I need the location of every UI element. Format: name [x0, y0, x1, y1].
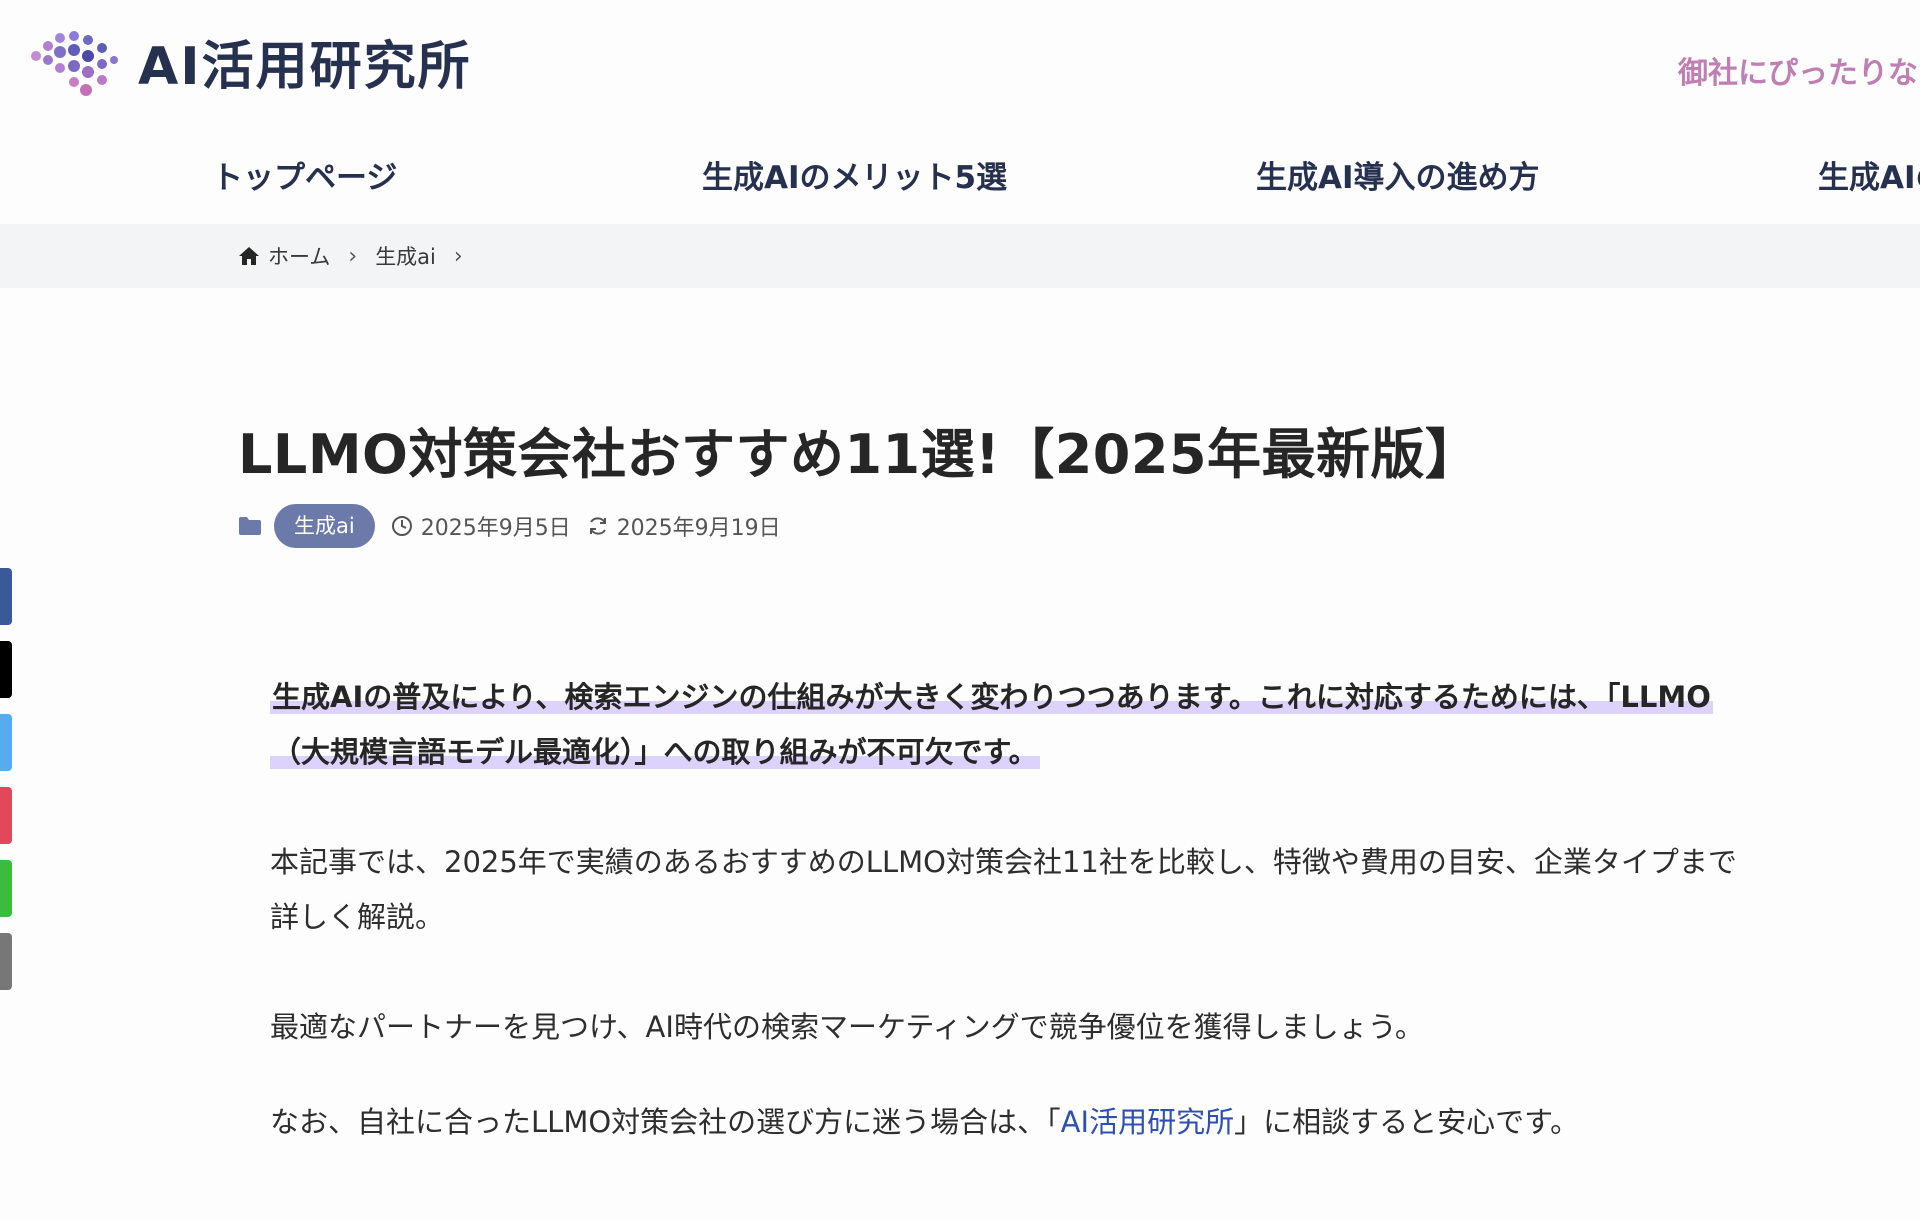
pocket-share-button[interactable]	[0, 787, 12, 844]
intro-paragraph: 本記事では、2025年で実績のあるおすすめのLLMO対策会社11社を比較し、特徴…	[270, 835, 1830, 945]
consult-text-before: なお、自社に合ったLLMO対策会社の選び方に迷う場合は、「	[270, 1105, 1061, 1139]
post-meta: 生成ai 2025年9月5日 2025年9月19日	[238, 504, 781, 548]
nav-item-top-page[interactable]: トップページ	[212, 148, 397, 208]
copy-link-button[interactable]	[0, 933, 12, 990]
refresh-icon	[589, 517, 606, 535]
consult-paragraph: なお、自社に合ったLLMO対策会社の選び方に迷う場合は、「AI活用研究所」に相談…	[270, 1095, 1830, 1150]
logo-dots-icon	[31, 31, 118, 96]
breadcrumb-bar: ホーム › 生成ai ›	[0, 224, 1920, 288]
consult-text-after: 」に相談すると安心です。	[1234, 1105, 1580, 1139]
intro-line2: 詳しく解説。	[270, 900, 445, 934]
article-body: 生成AIの普及により、検索エンジンの仕組みが大きく変わりつつあります。これに対応…	[270, 670, 1830, 1150]
site-header: AI活用研究所 御社にぴったりな	[0, 0, 1920, 130]
published-date: 2025年9月5日	[391, 510, 571, 542]
breadcrumb-category[interactable]: 生成ai	[375, 241, 436, 271]
folder-icon	[239, 517, 261, 535]
breadcrumb-home-label: ホーム	[268, 245, 331, 269]
site-logo[interactable]: AI活用研究所	[28, 30, 472, 105]
twitter-share-button[interactable]	[0, 714, 12, 771]
share-rail	[0, 568, 12, 1006]
updated-date-text: 2025年9月19日	[616, 516, 781, 541]
facebook-share-button[interactable]	[0, 568, 12, 625]
breadcrumb: ホーム › 生成ai ›	[238, 224, 481, 288]
header-cta-text[interactable]: 御社にぴったりな	[1678, 48, 1918, 92]
home-icon	[239, 247, 259, 265]
updated-date: 2025年9月19日	[587, 510, 781, 542]
intro-line1: 本記事では、2025年で実績のあるおすすめのLLMO対策会社11社を比較し、特徴…	[270, 845, 1737, 879]
global-nav: トップページ 生成AIのメリット5選 生成AI導入の進め方 生成AIの	[0, 148, 1920, 208]
line-share-button[interactable]	[0, 860, 12, 917]
chevron-right-icon: ›	[348, 243, 358, 269]
lead-highlight-line1: 生成AIの普及により、検索エンジンの仕組みが大きく変わりつつあります。これに対応…	[270, 680, 1713, 714]
x-share-button[interactable]	[0, 641, 12, 698]
breadcrumb-home[interactable]: ホーム	[238, 241, 330, 271]
lead-highlight-line2: （大規模言語モデル最適化）」への取り組みが不可欠です。	[270, 735, 1040, 769]
post-title: LLMO対策会社おすすめ11選!【2025年最新版】	[238, 423, 1480, 486]
category-badge[interactable]: 生成ai	[274, 504, 375, 548]
clock-icon	[391, 516, 412, 536]
lead-paragraph: 生成AIの普及により、検索エンジンの仕組みが大きく変わりつつあります。これに対応…	[270, 670, 1830, 780]
site-name: AI活用研究所	[138, 37, 472, 97]
ai-lab-link[interactable]: AI活用研究所	[1061, 1105, 1234, 1139]
chevron-right-icon: ›	[453, 243, 463, 269]
nav-item-generative-ai-more[interactable]: 生成AIの	[1818, 148, 1920, 208]
partner-paragraph: 最適なパートナーを見つけ、AI時代の検索マーケティングで競争優位を獲得しましょう…	[270, 1010, 1424, 1044]
nav-item-adoption-steps[interactable]: 生成AI導入の進め方	[1256, 148, 1540, 208]
published-date-text: 2025年9月5日	[420, 516, 571, 541]
nav-item-merits[interactable]: 生成AIのメリット5選	[702, 148, 1007, 208]
